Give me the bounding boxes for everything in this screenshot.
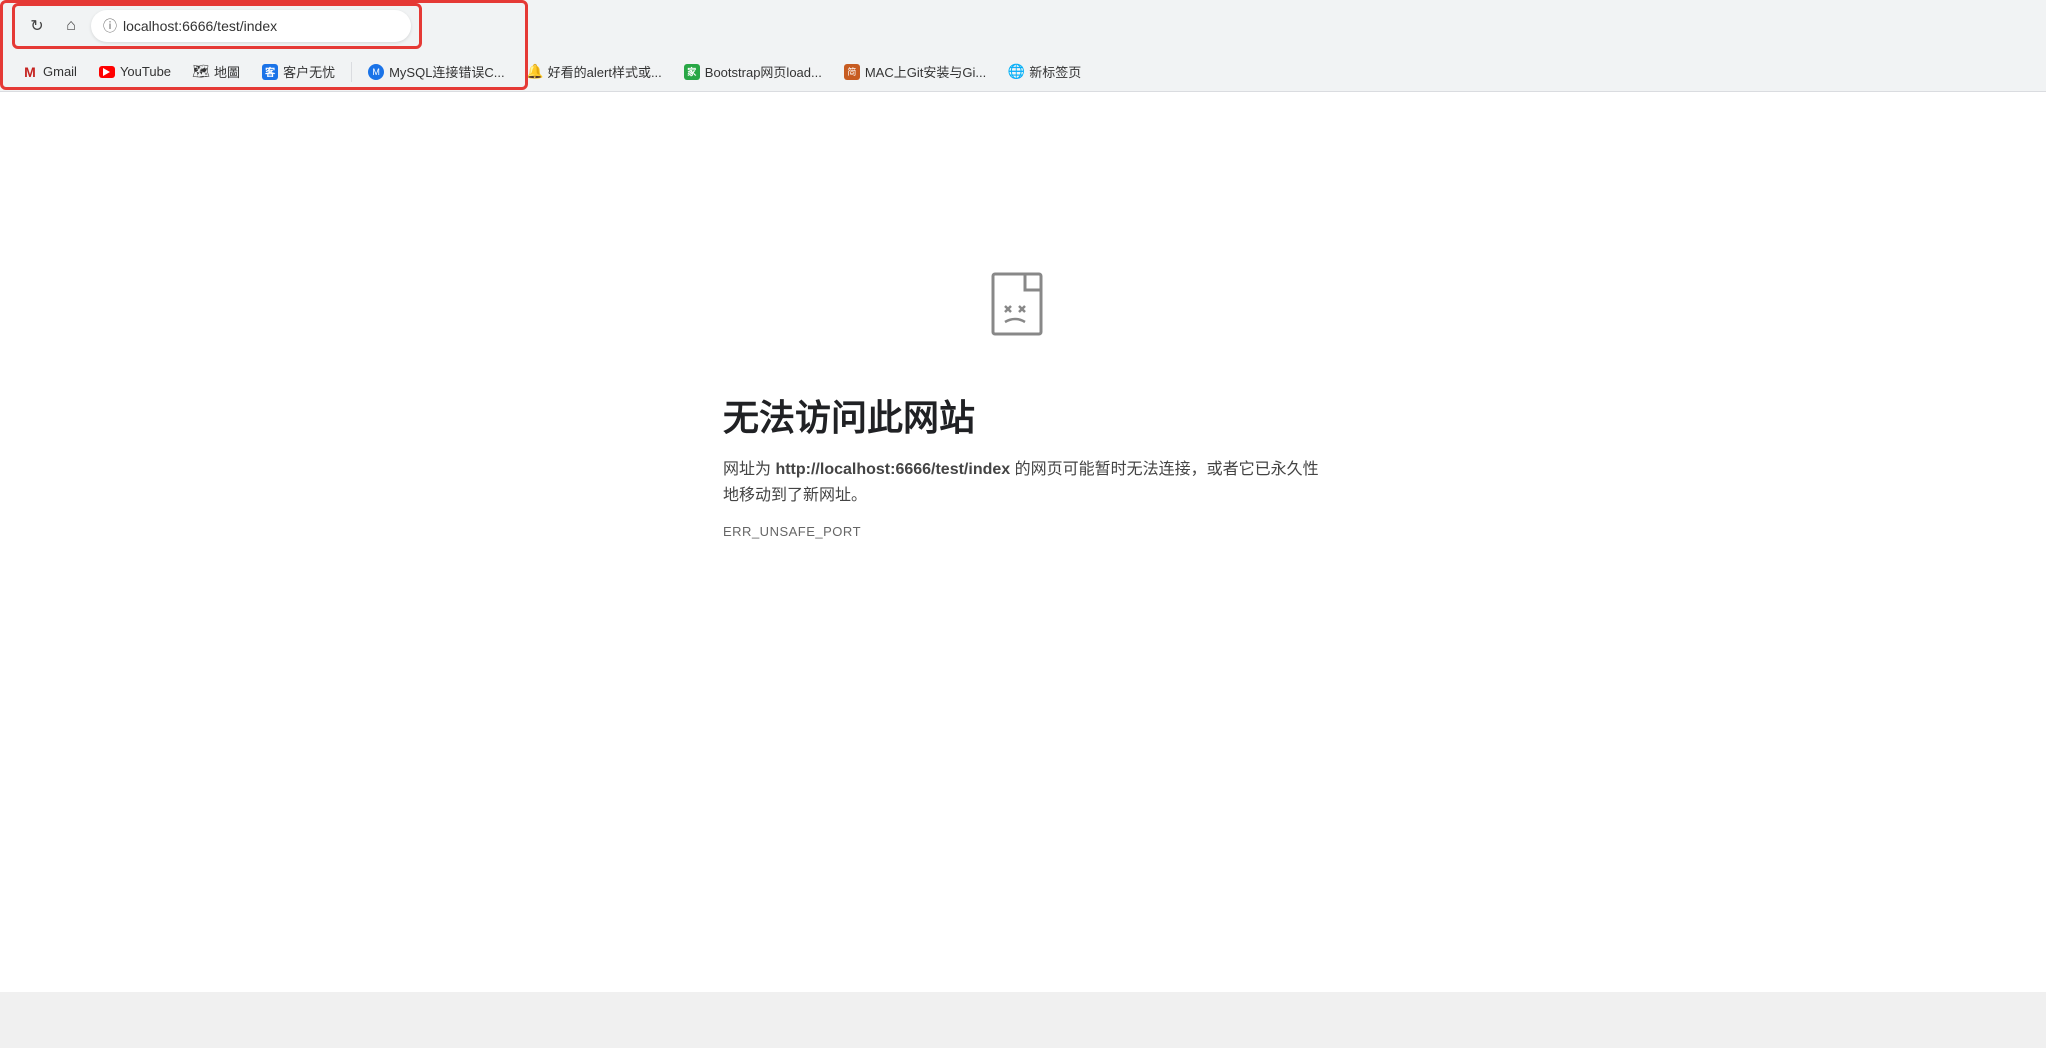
bootstrap-favicon: 家 [684, 64, 700, 80]
browser-chrome: ↻ ⌂ ⓘ localhost:6666/test/index [0, 0, 2046, 92]
youtube-icon [99, 66, 115, 78]
error-page: 无法访问此网站 网址为 http://localhost:6666/test/i… [0, 92, 2046, 992]
bookmark-maps-label: 地圖 [214, 62, 240, 81]
gmail-icon: M [24, 64, 36, 80]
bookmark-maps[interactable]: 🗺 地圖 [183, 58, 250, 85]
bookmarks-bar: M Gmail YouTube 🗺 [0, 52, 2046, 92]
bookmark-alert-label: 好看的alert样式或... [548, 62, 662, 81]
home-icon: ⌂ [66, 17, 76, 35]
newtab-icon: 🌐 [1007, 63, 1024, 80]
alert-icon: 🔔 [526, 63, 543, 80]
bookmark-newtab[interactable]: 🌐 新标签页 [998, 58, 1091, 85]
alert-favicon: 🔔 [527, 64, 543, 80]
bookmark-youtube[interactable]: YouTube [89, 60, 181, 84]
bookmark-separator [351, 62, 352, 82]
bookmark-git[interactable]: 简 MAC上Git安装与Gi... [834, 58, 996, 85]
gmail-favicon: M [22, 64, 38, 80]
error-description-prefix: 网址为 [723, 461, 775, 478]
mysql-favicon: M [368, 64, 384, 80]
bookmark-youtube-label: YouTube [120, 64, 171, 79]
error-description-url: http://localhost:6666/test/index [775, 461, 1010, 478]
youtube-play-triangle [103, 68, 110, 76]
mysql-icon: M [368, 64, 384, 80]
customer-favicon: 客 [262, 64, 278, 80]
bookmark-customer[interactable]: 客 客户无忧 [252, 58, 345, 85]
bookmark-bootstrap-label: Bootstrap网页load... [705, 62, 822, 81]
bookmark-gmail-label: Gmail [43, 64, 77, 79]
reload-button[interactable]: ↻ [23, 12, 51, 40]
git-favicon: 简 [844, 64, 860, 80]
bookmark-alert[interactable]: 🔔 好看的alert样式或... [517, 58, 672, 85]
git-icon: 简 [844, 64, 860, 80]
bookmark-newtab-label: 新标签页 [1029, 62, 1081, 81]
home-button[interactable]: ⌂ [57, 12, 85, 40]
address-bar[interactable]: ⓘ localhost:6666/test/index [91, 10, 411, 42]
bookmark-gmail[interactable]: M Gmail [12, 60, 87, 84]
error-code: ERR_UNSAFE_PORT [723, 524, 1323, 539]
bookmark-git-label: MAC上Git安装与Gi... [865, 62, 986, 81]
youtube-favicon [99, 64, 115, 80]
error-file-icon [987, 272, 1059, 352]
error-icon-container [987, 272, 1059, 357]
toolbar-row: ↻ ⌂ ⓘ localhost:6666/test/index [0, 0, 2046, 52]
error-title: 无法访问此网站 [723, 389, 1323, 441]
info-icon: ⓘ [103, 16, 117, 36]
reload-icon: ↻ [30, 16, 43, 36]
bootstrap-icon: 家 [684, 64, 700, 80]
customer-icon: 客 [262, 64, 278, 80]
bookmark-mysql[interactable]: M MySQL连接错误C... [358, 58, 515, 85]
newtab-favicon: 🌐 [1008, 64, 1024, 80]
bookmark-mysql-label: MySQL连接错误C... [389, 62, 505, 81]
url-text: localhost:6666/test/index [123, 18, 399, 34]
bookmark-customer-label: 客户无忧 [283, 62, 335, 81]
bookmark-bootstrap[interactable]: 家 Bootstrap网页load... [674, 58, 832, 85]
maps-favicon: 🗺 [193, 64, 209, 80]
error-description: 网址为 http://localhost:6666/test/index 的网页… [723, 457, 1323, 508]
maps-icon: 🗺 [192, 63, 210, 80]
